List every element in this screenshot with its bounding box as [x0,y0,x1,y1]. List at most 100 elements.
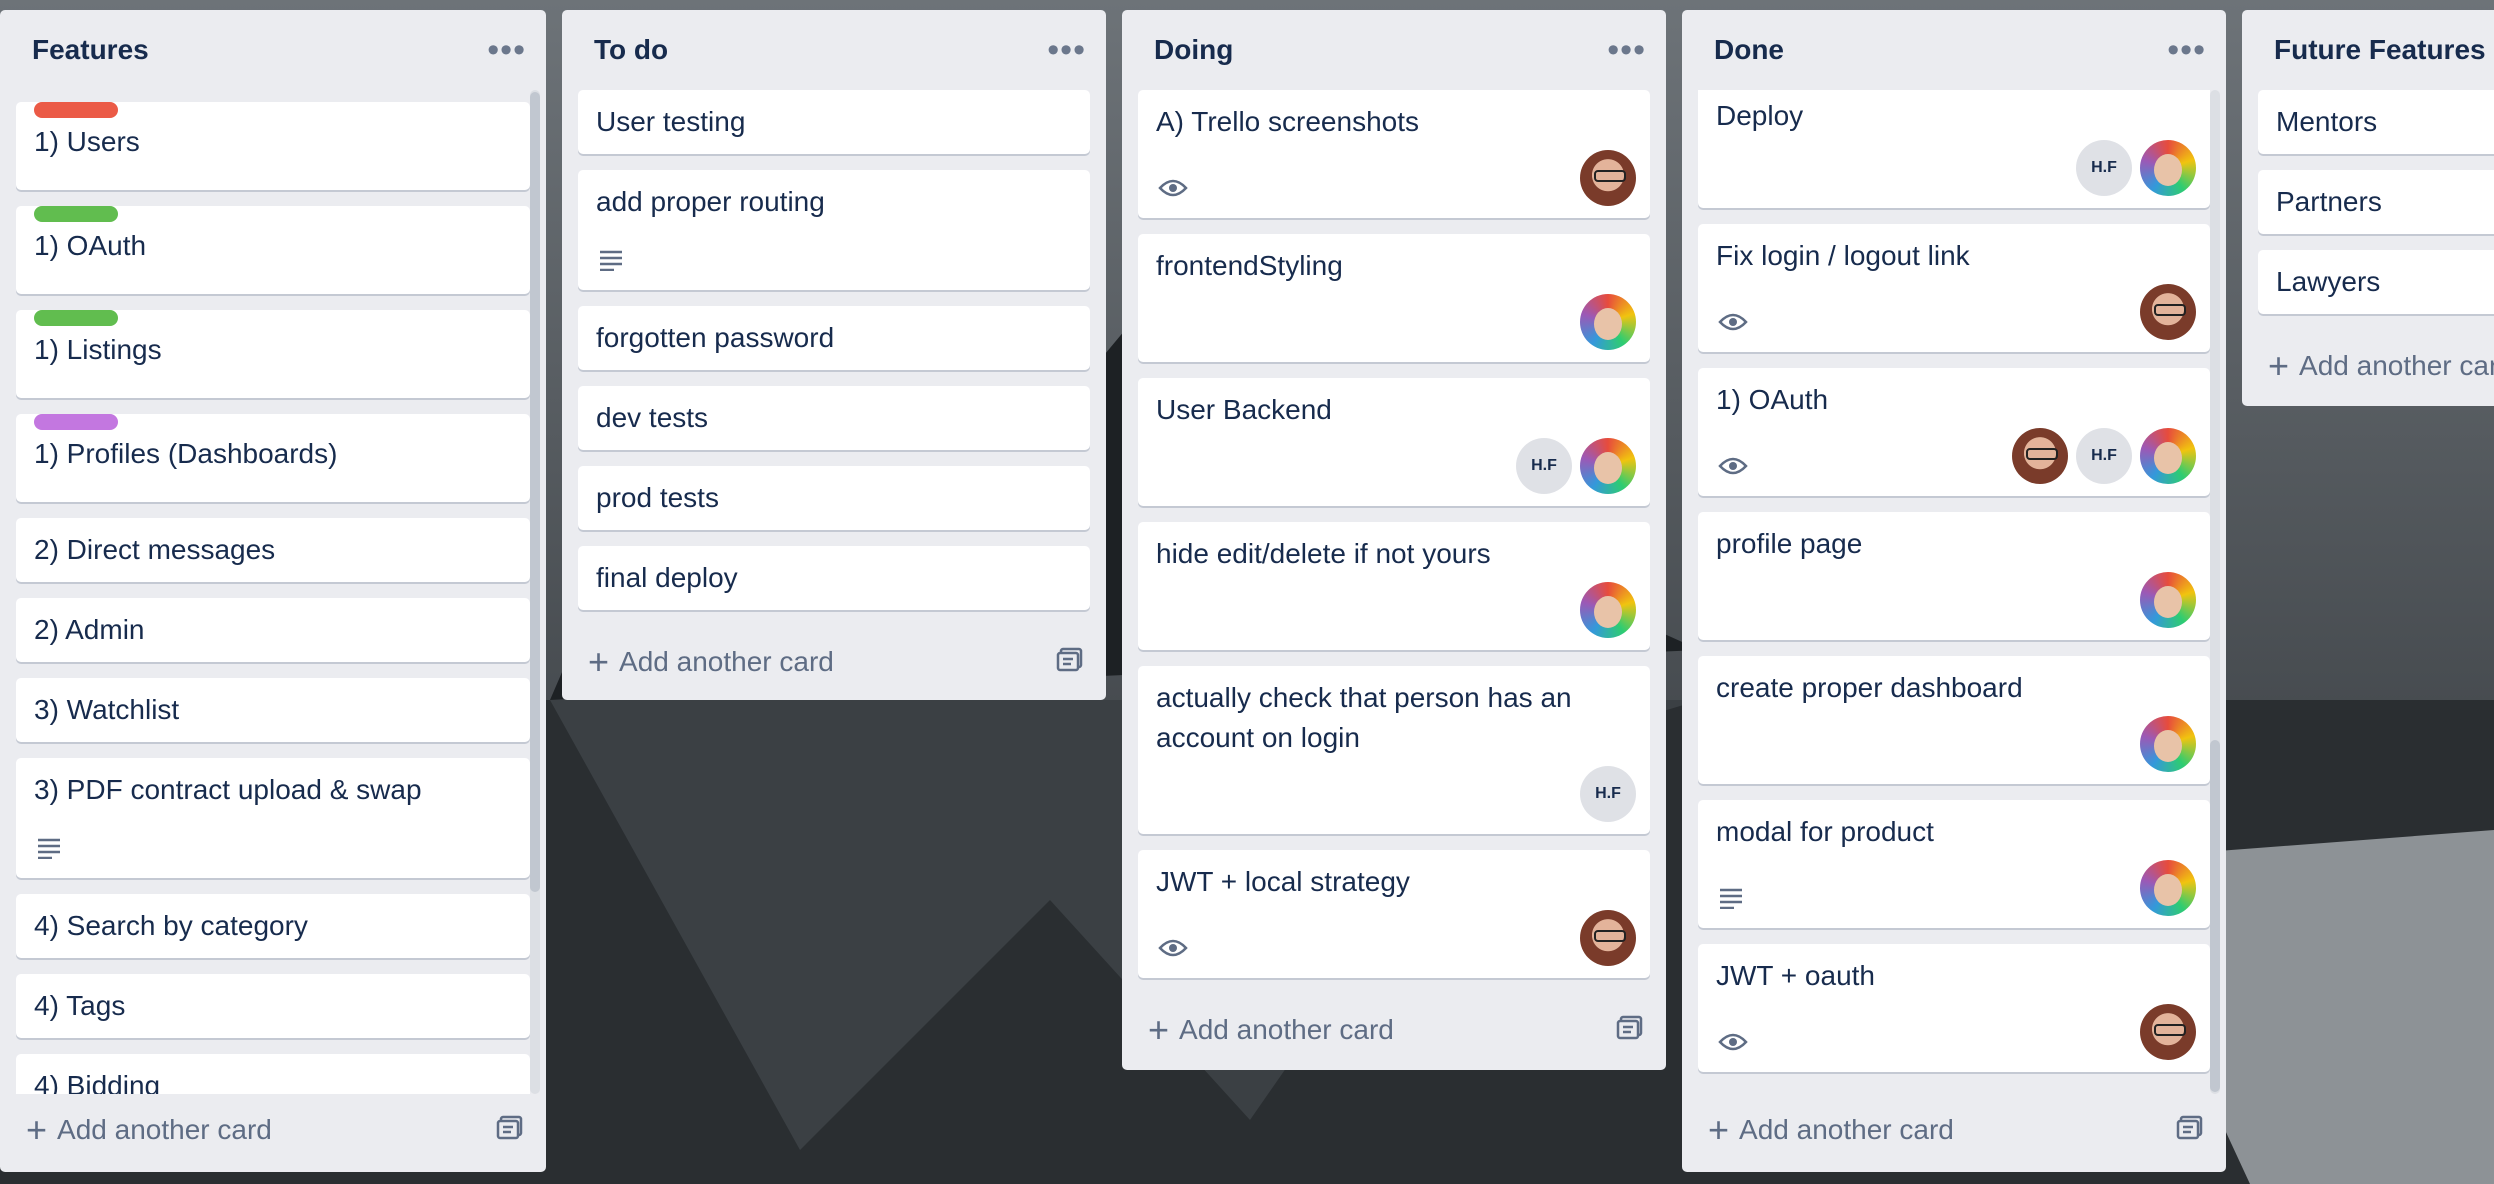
card[interactable]: A) Trello screenshots [1138,90,1650,218]
list-title[interactable]: Future Features [2274,34,2486,66]
card-title: prod tests [596,482,719,513]
card[interactable]: 3) PDF contract upload & swap [16,758,530,878]
card[interactable]: 1) Users [16,102,530,190]
card[interactable]: dev tests [578,386,1090,450]
card[interactable]: 4) Tags [16,974,530,1038]
add-card-button[interactable]: + Add another card [562,626,1106,698]
description-icon [36,837,62,864]
member-avatar[interactable] [1580,438,1636,494]
list-header: Future Features [2242,10,2494,90]
member-avatar[interactable] [2140,860,2196,916]
card-container: Mentors Partners Lawyers [2242,90,2494,330]
card-template-icon[interactable] [1616,1014,1644,1047]
card[interactable]: final deploy [578,546,1090,610]
card-title: 3) PDF contract upload & swap [34,774,422,805]
card[interactable]: actually check that person has an accoun… [1138,666,1650,834]
card-members [2140,716,2196,772]
card[interactable]: 1) OAuth [16,206,530,294]
member-avatar[interactable] [2140,284,2196,340]
member-avatar-initials[interactable]: H.F [1580,766,1636,822]
list-menu-icon[interactable]: ••• [1047,33,1086,67]
card[interactable]: modal for product [1698,800,2210,928]
plus-icon: + [1148,1009,1170,1050]
card-members [1580,294,1636,350]
card-title: modal for product [1716,816,1934,847]
card-title: hide edit/delete if not yours [1156,538,1491,569]
list-done: Done ••• Deploy H.F Fix login / logout l… [1682,10,2226,1172]
card-title: 3) Watchlist [34,694,180,725]
card[interactable]: Lawyers [2258,250,2494,314]
card[interactable]: 1) Profiles (Dashboards) [16,414,530,502]
member-avatar-initials[interactable]: H.F [2076,428,2132,484]
card-members: H.F [1580,766,1636,822]
card-title: Mentors [2276,106,2378,137]
card[interactable]: 2) Direct messages [16,518,530,582]
label-red[interactable] [34,102,118,118]
member-avatar[interactable] [1580,294,1636,350]
add-card-button[interactable]: + Add another card [0,1094,546,1166]
member-avatar[interactable] [2140,140,2196,196]
card-template-icon[interactable] [496,1114,524,1147]
label-green[interactable] [34,206,118,222]
card[interactable]: Mentors [2258,90,2494,154]
list-future-features: Future Features Mentors Partners Lawyers… [2242,10,2494,406]
label-purple[interactable] [34,414,118,430]
member-avatar[interactable] [2140,572,2196,628]
card[interactable]: JWT + oauth [1698,944,2210,1072]
member-avatar[interactable] [2140,1004,2196,1060]
list-title[interactable]: Done [1714,34,1784,66]
card-template-icon[interactable] [2176,1114,2204,1147]
list-title[interactable]: To do [594,34,668,66]
list-menu-icon[interactable]: ••• [1607,33,1646,67]
label-green[interactable] [34,310,118,326]
card-title: dev tests [596,402,709,433]
member-avatar[interactable] [1580,910,1636,966]
card[interactable]: 3) Watchlist [16,678,530,742]
card-title: 1) OAuth [34,230,147,261]
card[interactable]: User Backend H.F [1138,378,1650,506]
card-members [2140,860,2196,916]
member-avatar[interactable] [2140,428,2196,484]
card-template-icon[interactable] [1056,646,1084,679]
card[interactable]: Fix login / logout link [1698,224,2210,352]
card[interactable]: 1) Listings [16,310,530,398]
add-card-button[interactable]: + Add another card [2242,330,2494,402]
add-card-button[interactable]: + Add another card [1122,994,1666,1066]
member-avatar-initials[interactable]: H.F [1516,438,1572,494]
card[interactable]: Deploy H.F [1698,90,2210,208]
member-avatar[interactable] [1580,582,1636,638]
scrollbar-thumb[interactable] [2210,740,2220,1092]
card[interactable]: profile page [1698,512,2210,640]
member-avatar[interactable] [1580,150,1636,206]
list-menu-icon[interactable]: ••• [2167,33,2206,67]
member-avatar-initials[interactable]: H.F [2076,140,2132,196]
watch-icon [1158,937,1188,964]
list-clip: Future Features Mentors Partners Lawyers… [2242,10,2494,410]
card[interactable]: User testing [578,90,1090,154]
add-card-label: Add another card [57,1114,272,1145]
card-title: 4) Tags [34,990,126,1021]
list-title[interactable]: Doing [1154,34,1233,66]
card[interactable]: JWT + local strategy [1138,850,1650,978]
scrollbar-thumb[interactable] [530,92,540,892]
card[interactable]: create proper dashboard [1698,656,2210,784]
add-card-button[interactable]: + Add another card [1682,1094,2226,1166]
list-title[interactable]: Features [32,34,149,66]
card[interactable]: 1) OAuth H.F [1698,368,2210,496]
card[interactable]: add proper routing [578,170,1090,290]
list-menu-icon[interactable]: ••• [487,33,526,67]
card[interactable]: Partners [2258,170,2494,234]
member-avatar[interactable] [2140,716,2196,772]
card[interactable]: frontendStyling [1138,234,1650,362]
card-title: create proper dashboard [1716,672,2023,703]
card[interactable]: hide edit/delete if not yours [1138,522,1650,650]
card-title: 1) Profiles (Dashboards) [34,438,338,469]
card[interactable]: forgotten password [578,306,1090,370]
member-avatar[interactable] [2012,428,2068,484]
card[interactable]: 4) Bidding [16,1054,530,1094]
plus-icon: + [588,641,610,682]
card-container: 1) Users 1) OAuth 1) Listings 1) Profile… [0,90,546,1094]
card[interactable]: 4) Search by category [16,894,530,958]
card[interactable]: 2) Admin [16,598,530,662]
card[interactable]: prod tests [578,466,1090,530]
